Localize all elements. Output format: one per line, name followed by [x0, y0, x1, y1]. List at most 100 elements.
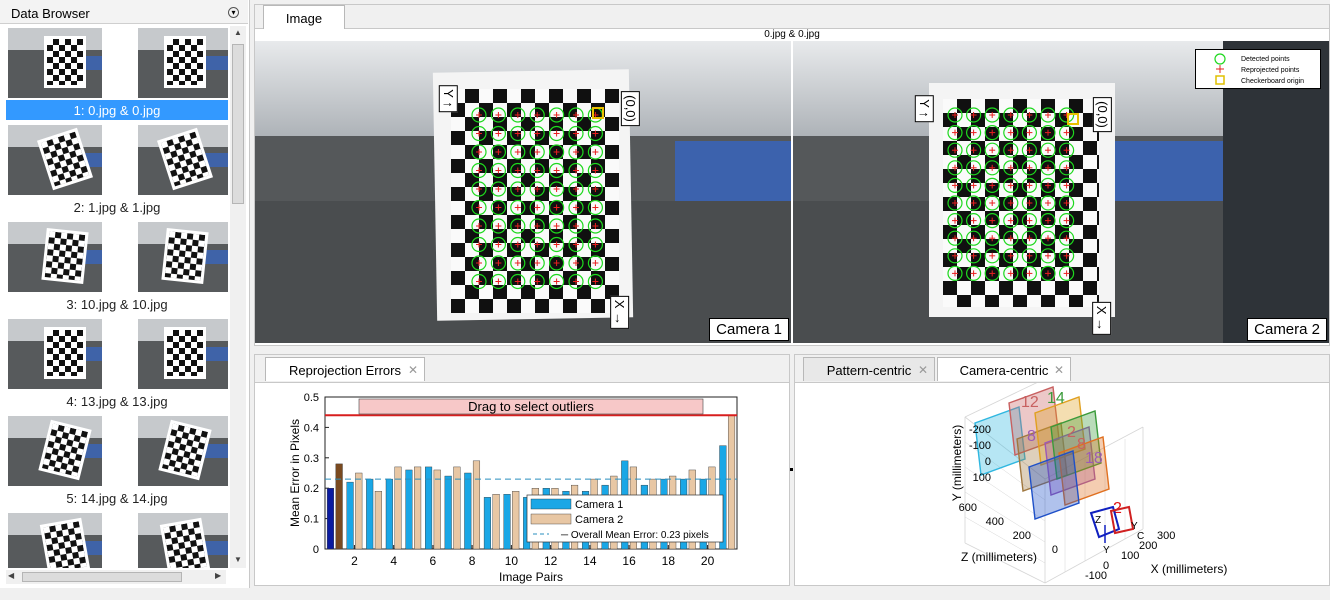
scrollbar-thumb[interactable]	[232, 44, 244, 204]
stereo-camera-calibrator: Data Browser ▾ 1: 0.jpg & 0.jpg 2: 1.jpg …	[0, 0, 1330, 600]
image-pair-item[interactable]: 2: 1.jpg & 1.jpg	[6, 125, 228, 222]
tab-reprojection-errors[interactable]: Reprojection Errors ✕	[265, 357, 425, 381]
legend-swatch-camera1	[530, 498, 572, 510]
x-tick-label: 200	[1139, 540, 1157, 552]
legend-reprojected: Reprojected points	[1241, 67, 1300, 74]
chevron-down-icon[interactable]: ▾	[228, 7, 239, 18]
image-panel: Image 0.jpg & 0.jpg Y ↑ (0,0) X → Camera…	[254, 4, 1330, 346]
y-axis-label: Mean Error in Pixels	[288, 419, 302, 527]
camera1-image[interactable]: Y ↑ (0,0) X → Camera 1	[255, 41, 791, 343]
y-tick-label: 100	[973, 472, 991, 484]
reprojection-error-chart[interactable]: 0 0.1 0.2 0.3 0.4 0.5 2 4 6 8 10 12 14 16 18 20 Drag to …	[255, 383, 789, 587]
close-icon[interactable]: ✕	[1054, 363, 1064, 377]
image-pair-item[interactable]: 5: 14.jpg & 14.jpg	[6, 416, 228, 513]
x-tick-label: 8	[469, 554, 476, 568]
reprojection-panel: Reprojection Errors ✕ 0 0.1 0.2 0.3 0.4 0.5 2 4…	[254, 354, 790, 586]
scroll-left-icon[interactable]: ◀	[8, 571, 14, 580]
image-pair-label: 4: 13.jpg & 13.jpg	[66, 394, 168, 409]
bar-camera1	[366, 478, 374, 550]
vertical-scrollbar[interactable]: ▲ ▼	[230, 26, 246, 568]
pattern-number: 2	[1067, 424, 1076, 441]
x-tick-label: 16	[622, 554, 636, 568]
y-axis-label: Y (millimeters)	[950, 425, 964, 501]
image-pair-item[interactable]: 1: 0.jpg & 0.jpg	[6, 28, 228, 125]
bar-camera2	[335, 463, 343, 550]
x-axis-text: X	[1094, 305, 1110, 315]
image-thumbnail	[138, 125, 228, 195]
y-axis-text: Y	[916, 99, 932, 108]
pattern-number: 8	[1027, 428, 1036, 445]
y-axis-marker: Y ↑	[438, 85, 458, 112]
bar-camera2	[492, 494, 500, 550]
tab-pattern-centric-label: Pattern-centric	[826, 363, 912, 378]
image-pair-list[interactable]: 1: 0.jpg & 0.jpg 2: 1.jpg & 1.jpg 3: 10.jp…	[6, 28, 228, 568]
tab-camera-centric[interactable]: Camera-centric ✕	[937, 357, 1071, 381]
x-tick-label: 18	[662, 554, 676, 568]
x-tick-label: 4	[390, 554, 397, 568]
data-browser-title: Data Browser	[11, 6, 90, 21]
bar-camera2	[512, 491, 520, 550]
y-axis-marker: Y ↑	[914, 95, 934, 122]
checkerboard	[41, 227, 89, 285]
scroll-down-icon[interactable]: ▼	[234, 555, 242, 564]
scroll-right-icon[interactable]: ▶	[215, 571, 221, 580]
camera1-overlay	[471, 107, 604, 290]
z-tick-label: 200	[1013, 530, 1031, 542]
camera2-label: Camera 2	[1247, 318, 1327, 341]
x-axis-marker: X →	[1092, 301, 1112, 336]
origin-marker: (0,0)	[1092, 97, 1112, 132]
image-thumbnail	[138, 222, 228, 292]
z-axis-label: Z (millimeters)	[961, 550, 1037, 564]
tab-pattern-centric[interactable]: Pattern-centric ✕	[803, 357, 935, 381]
horizontal-scrollbar[interactable]: ◀ ▶	[6, 570, 226, 584]
checkerboard	[164, 327, 206, 379]
camera-axis-label: Z	[1095, 515, 1101, 526]
checkerboard	[44, 36, 86, 88]
close-icon[interactable]: ✕	[408, 363, 418, 377]
bar-camera2	[355, 472, 363, 550]
camera-axis-label: Y	[1103, 545, 1110, 556]
legend-symbols	[1214, 53, 1226, 85]
bar-camera1	[326, 487, 335, 550]
y-tick-label: 0.1	[304, 514, 319, 526]
y-axis-text: Y	[440, 89, 456, 98]
pattern-number: 18	[1085, 450, 1103, 467]
y-tick-label: 0.3	[304, 453, 319, 465]
y-tick-label: 0	[313, 544, 319, 556]
y-tick-label: -100	[969, 440, 991, 452]
bar-camera2	[374, 491, 382, 550]
z-tick-label: 600	[959, 502, 977, 514]
image-thumbnail	[138, 416, 228, 486]
x-axis-label: X (millimeters)	[1151, 562, 1228, 576]
camera-frustum-2	[1109, 505, 1135, 535]
image-pair-label: 1: 0.jpg & 0.jpg	[6, 100, 228, 120]
image-pair-label: 5: 14.jpg & 14.jpg	[66, 491, 168, 506]
image-pair-item[interactable]: 4: 13.jpg & 13.jpg	[6, 319, 228, 416]
splitter-handle[interactable]	[790, 468, 793, 471]
image-pair-item[interactable]: 3: 10.jpg & 10.jpg	[6, 222, 228, 319]
bar-camera2	[727, 415, 736, 550]
x-tick-label: 10	[505, 554, 519, 568]
checkerboard	[44, 327, 86, 379]
image-thumbnail	[138, 28, 228, 98]
tab-image-label: Image	[285, 11, 323, 26]
y-tick-label: -200	[969, 424, 991, 436]
camera1-label: Camera 1	[709, 318, 789, 341]
scrollbar-thumb[interactable]	[22, 572, 182, 582]
camera2-image[interactable]: Y ↑ (0,0) X → Detected points Reprojecte…	[793, 41, 1329, 343]
checkerboard	[39, 517, 91, 568]
pattern-number: 12	[1021, 394, 1039, 411]
image-tabbar	[255, 5, 1329, 29]
legend-mean: ─ Overall Mean Error: 0.23 pixels	[560, 530, 709, 541]
close-icon[interactable]: ✕	[918, 363, 928, 377]
data-browser-header: Data Browser ▾	[0, 0, 248, 24]
data-browser: Data Browser ▾ 1: 0.jpg & 0.jpg 2: 1.jpg …	[0, 0, 250, 588]
overlay-legend: Detected points Reprojected points Check…	[1195, 49, 1321, 89]
scroll-up-icon[interactable]: ▲	[234, 28, 242, 37]
camera-centric-3d-plot[interactable]: 12 148188 22YZYC-200-10001006004002000-100…	[795, 383, 1329, 587]
tab-image[interactable]: Image	[263, 5, 345, 29]
image-pair-item[interactable]	[6, 513, 228, 568]
legend-detected: Detected points	[1241, 56, 1290, 63]
image-thumbnail	[8, 513, 102, 568]
image-thumbnail	[138, 319, 228, 389]
